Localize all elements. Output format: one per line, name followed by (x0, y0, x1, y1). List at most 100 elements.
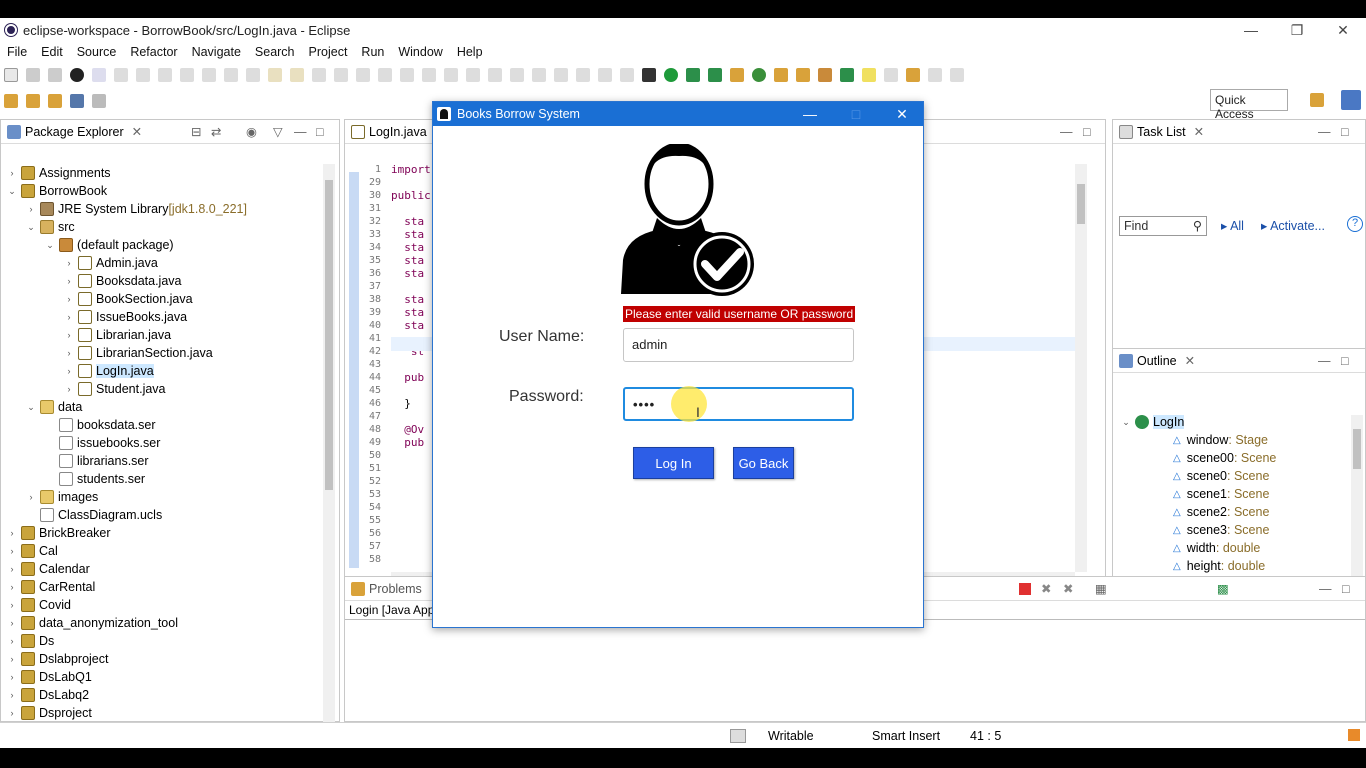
step-return-icon[interactable] (246, 68, 260, 82)
remove-launch-icon[interactable]: ✖ (1041, 581, 1051, 596)
terminate-icon[interactable] (1019, 582, 1031, 595)
shape-icon[interactable] (510, 68, 524, 82)
coverage-icon[interactable] (686, 68, 700, 82)
expand-toggle[interactable]: › (7, 564, 17, 574)
shape-icon[interactable] (532, 68, 546, 82)
forward-icon[interactable] (92, 94, 106, 108)
quick-access-field[interactable]: Quick Access (1210, 89, 1288, 121)
menu-help[interactable]: Help (450, 45, 490, 59)
close-window-button[interactable]: ✕ (1320, 18, 1366, 42)
remove-all-icon[interactable]: ✖ (1063, 581, 1073, 596)
tree-item[interactable]: › Cal (7, 542, 58, 560)
maximize-view-icon[interactable]: □ (1341, 125, 1349, 139)
minimize-view-icon[interactable]: — (1318, 354, 1331, 368)
layout-icon[interactable] (400, 68, 414, 82)
outline-field[interactable]: △ height : double (1173, 557, 1265, 575)
expand-toggle[interactable]: › (64, 276, 74, 286)
tree-item[interactable]: › Calendar (7, 560, 90, 578)
help-icon[interactable]: ? (1347, 216, 1363, 232)
open-task-icon[interactable] (796, 68, 810, 82)
shape-icon[interactable] (444, 68, 458, 82)
layout-icon[interactable] (378, 68, 392, 82)
tree-item[interactable]: booksdata.ser (45, 416, 156, 434)
resume-icon[interactable] (114, 68, 128, 82)
build-icon[interactable] (268, 68, 282, 82)
clear-console-icon[interactable]: ▦ (1095, 581, 1107, 596)
shape-icon[interactable] (576, 68, 590, 82)
tree-item[interactable]: › BookSection.java (64, 290, 193, 308)
dialog-close-button[interactable]: ✕ (879, 102, 925, 126)
tree-item[interactable]: › BrickBreaker (7, 524, 111, 542)
tree-item[interactable]: students.ser (45, 470, 145, 488)
terminate-icon[interactable] (158, 68, 172, 82)
problems-tab[interactable]: Problems (369, 582, 422, 596)
tree-item[interactable]: issuebooks.ser (45, 434, 160, 452)
tree-item[interactable]: › Dslabproject (7, 650, 108, 668)
annotation-icon[interactable] (906, 68, 920, 82)
expand-toggle[interactable]: ⌄ (45, 240, 55, 251)
whitespace-icon[interactable] (884, 68, 898, 82)
close-tab-icon[interactable]: ✕ (1185, 353, 1195, 368)
tree-item[interactable]: ClassDiagram.ucls (26, 506, 162, 524)
expand-toggle[interactable]: › (64, 294, 74, 304)
menu-run[interactable]: Run (354, 45, 391, 59)
tree-item[interactable]: › data_anonymization_tool (7, 614, 178, 632)
tree-item[interactable]: › Student.java (64, 380, 166, 398)
expand-toggle[interactable]: › (7, 168, 17, 178)
expand-toggle[interactable]: › (64, 312, 74, 322)
minimize-button[interactable]: — (1228, 18, 1274, 42)
expand-toggle[interactable]: › (26, 492, 36, 502)
shape-icon[interactable] (488, 68, 502, 82)
step-over-icon[interactable] (224, 68, 238, 82)
expand-toggle[interactable]: › (64, 384, 74, 394)
layout-icon[interactable] (312, 68, 326, 82)
shape-icon[interactable] (466, 68, 480, 82)
tree-item[interactable]: › CarRental (7, 578, 95, 596)
menu-navigate[interactable]: Navigate (185, 45, 248, 59)
debug-icon[interactable] (642, 68, 656, 82)
view-menu-icon[interactable]: ▽ (273, 124, 283, 139)
suspend-icon[interactable] (136, 68, 150, 82)
expand-toggle[interactable]: › (7, 708, 17, 718)
expand-toggle[interactable]: ⌄ (26, 402, 36, 413)
expand-toggle[interactable]: › (7, 618, 17, 628)
back-icon[interactable] (70, 94, 84, 108)
tree-item[interactable]: › Covid (7, 596, 71, 614)
tree-item[interactable]: › LibrarianSection.java (64, 344, 213, 362)
expand-toggle[interactable]: ⌄ (26, 222, 36, 233)
scrollbar-thumb[interactable] (325, 180, 333, 490)
tree-item[interactable]: › LogIn.java (64, 362, 154, 380)
shape-icon[interactable] (422, 68, 436, 82)
link-editor-icon[interactable]: ⇄ (211, 124, 221, 139)
prev-annotation-icon[interactable] (26, 94, 40, 108)
notification-icon[interactable] (1348, 729, 1360, 741)
expand-toggle[interactable]: › (7, 600, 17, 610)
open-type-icon[interactable] (290, 68, 304, 82)
minimize-view-icon[interactable]: — (294, 125, 307, 139)
maximize-view-icon[interactable]: □ (1342, 582, 1350, 596)
maximize-view-icon[interactable]: □ (316, 125, 324, 139)
disconnect-icon[interactable] (180, 68, 194, 82)
new-icon[interactable] (4, 68, 18, 82)
next-annotation-icon[interactable] (4, 94, 18, 108)
tree-item[interactable]: › Booksdata.java (64, 272, 181, 290)
scrollbar-thumb[interactable] (1077, 184, 1085, 224)
tree-item[interactable]: › JRE System Library [jdk1.8.0_221] (26, 200, 247, 218)
go-back-button[interactable]: Go Back (733, 447, 794, 479)
maximize-view-icon[interactable]: □ (1083, 125, 1091, 139)
editor-tab[interactable]: LogIn.java (369, 125, 427, 139)
tree-item[interactable]: › Assignments (7, 164, 111, 182)
expand-toggle[interactable]: ⌄ (1121, 417, 1131, 428)
focus-icon[interactable]: ◉ (246, 124, 257, 139)
layout-icon[interactable] (356, 68, 370, 82)
tree-item[interactable]: › images (26, 488, 98, 506)
open-perspective-icon[interactable] (1310, 93, 1324, 107)
menu-project[interactable]: Project (302, 45, 355, 59)
open-console-icon[interactable]: ▩ (1217, 581, 1229, 596)
menu-file[interactable]: File (0, 45, 34, 59)
collapse-all-icon[interactable]: ⊟ (191, 124, 201, 139)
tree-item[interactable]: › Admin.java (64, 254, 158, 272)
last-edit-icon[interactable] (48, 94, 62, 108)
shape-icon[interactable] (554, 68, 568, 82)
save-icon[interactable] (26, 68, 40, 82)
